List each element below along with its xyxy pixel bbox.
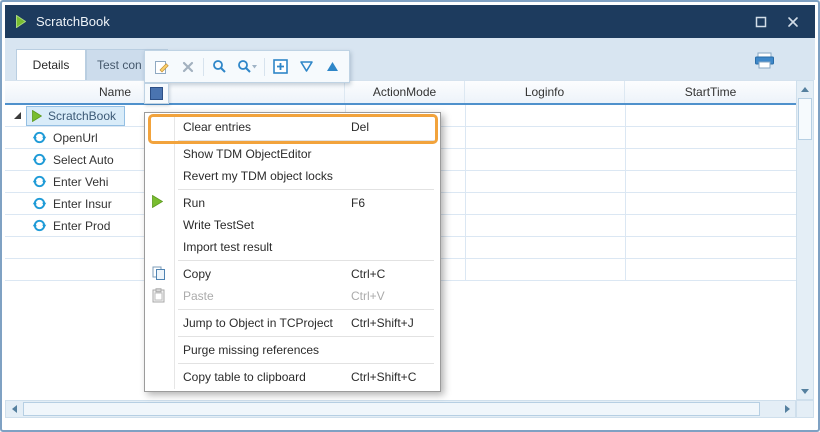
menu-item-copy[interactable]: Copy Ctrl+C	[145, 263, 440, 285]
column-header-name[interactable]: Name	[5, 81, 345, 103]
titlebar: ScratchBook	[5, 5, 815, 38]
zoom-options-icon[interactable]	[232, 55, 262, 79]
menu-separator	[178, 363, 434, 364]
teststep-refresh-icon	[32, 152, 47, 167]
move-up-icon[interactable]	[319, 55, 345, 79]
scroll-up-arrow[interactable]	[797, 81, 813, 97]
tree-node-label: Enter Prod	[53, 219, 110, 233]
menu-separator	[178, 336, 434, 337]
zoom-icon[interactable]	[206, 55, 232, 79]
scroll-right-arrow[interactable]	[779, 401, 795, 417]
scrollbar-corner	[796, 400, 814, 418]
window-controls	[749, 11, 805, 33]
move-down-icon[interactable]	[293, 55, 319, 79]
menu-item-revert-tdm-object-locks[interactable]: Revert my TDM object locks	[145, 165, 440, 187]
tree-node-label: ScratchBook	[48, 109, 116, 123]
teststep-refresh-icon	[32, 196, 47, 211]
scratchbook-window: ScratchBook Details Test con N	[0, 0, 820, 432]
menu-item-purge-missing-references[interactable]: Purge missing references	[145, 339, 440, 361]
tab-test-configuration-label: Test con	[97, 58, 142, 72]
menu-separator	[178, 260, 434, 261]
edit-icon[interactable]	[149, 55, 175, 79]
menu-separator	[178, 140, 434, 141]
maximize-button[interactable]	[749, 11, 773, 33]
vertical-scrollbar[interactable]	[796, 80, 814, 400]
run-icon	[32, 110, 42, 122]
color-swatch-button[interactable]	[144, 83, 169, 104]
tab-strip: Details Test con	[5, 38, 815, 80]
menu-item-import-test-result[interactable]: Import test result	[145, 236, 440, 258]
menu-item-paste[interactable]: Paste Ctrl+V	[145, 285, 440, 307]
selected-node-highlight: ScratchBook	[26, 106, 125, 126]
grid-header: Name ActionMode Loginfo StartTime	[5, 80, 796, 105]
toolbar-separator	[203, 58, 204, 76]
delete-icon[interactable]	[175, 55, 201, 79]
menu-item-copy-table-to-clipboard[interactable]: Copy table to clipboard Ctrl+Shift+C	[145, 366, 440, 388]
column-header-starttime[interactable]: StartTime	[625, 81, 796, 103]
tree-node-label: Enter Vehi	[53, 175, 108, 189]
menu-item-jump-to-object-in-tcproject[interactable]: Jump to Object in TCProject Ctrl+Shift+J	[145, 312, 440, 334]
toolbar-separator	[264, 58, 265, 76]
tree-node-label: OpenUrl	[53, 131, 98, 145]
tab-details[interactable]: Details	[16, 49, 86, 80]
menu-separator	[178, 189, 434, 190]
tree-node-label: Select Auto	[53, 153, 114, 167]
paste-icon	[152, 288, 165, 303]
menu-item-write-testset[interactable]: Write TestSet	[145, 214, 440, 236]
teststep-refresh-icon	[32, 130, 47, 145]
expander-icon[interactable]	[14, 112, 21, 119]
column-header-actionmode[interactable]: ActionMode	[345, 81, 465, 103]
close-button[interactable]	[781, 11, 805, 33]
tab-details-label: Details	[33, 58, 70, 72]
print-icon[interactable]	[754, 52, 775, 72]
floating-toolbar	[144, 50, 350, 83]
vertical-scrollbar-thumb[interactable]	[798, 98, 812, 140]
menu-item-show-tdm-objecteditor[interactable]: Show TDM ObjectEditor	[145, 143, 440, 165]
horizontal-scrollbar[interactable]	[5, 400, 796, 418]
color-swatch-icon	[150, 87, 163, 100]
run-icon	[152, 195, 163, 208]
menu-item-run[interactable]: Run F6	[145, 192, 440, 214]
scroll-left-arrow[interactable]	[6, 401, 22, 417]
context-menu: Clear entries Del Show TDM ObjectEditor …	[144, 112, 441, 392]
horizontal-scrollbar-thumb[interactable]	[23, 402, 760, 416]
teststep-refresh-icon	[32, 218, 47, 233]
teststep-refresh-icon	[32, 174, 47, 189]
scroll-down-arrow[interactable]	[797, 383, 813, 399]
add-icon[interactable]	[267, 55, 293, 79]
column-header-loginfo[interactable]: Loginfo	[465, 81, 625, 103]
copy-icon	[152, 266, 166, 281]
menu-item-clear-entries[interactable]: Clear entries Del	[145, 116, 440, 138]
scratchbook-play-icon	[16, 15, 26, 28]
menu-separator	[178, 309, 434, 310]
tree-node-label: Enter Insur	[53, 197, 112, 211]
window-title: ScratchBook	[36, 14, 110, 29]
